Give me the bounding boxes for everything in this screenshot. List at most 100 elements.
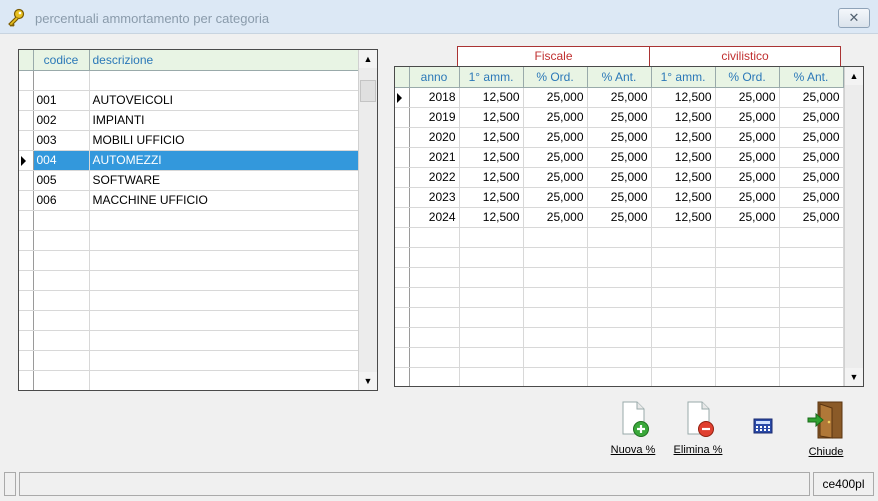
row-indicator[interactable] [19,370,34,390]
cell-fiscale-ant[interactable] [587,267,652,288]
chiude-button[interactable]: Chiude [800,400,852,458]
rate-row[interactable] [395,287,844,308]
cell-fiscale-primo-amm[interactable] [459,367,524,386]
scroll-up-icon[interactable]: ▲ [845,67,863,85]
calculator-button[interactable] [752,418,774,437]
cell-anno[interactable] [409,267,460,288]
cell-civ-primo-amm[interactable] [651,247,716,268]
cell-descrizione[interactable]: MACCHINE UFFICIO [89,190,360,211]
cell-civ-primo-amm[interactable]: 12,500 [651,127,716,148]
cell-descrizione[interactable]: IMPIANTI [89,110,360,131]
row-indicator[interactable] [395,347,410,368]
header-fiscale-primo-amm[interactable]: 1° amm. [459,67,524,88]
cell-civ-ord[interactable]: 25,000 [715,127,780,148]
cell-civ-ant[interactable] [779,307,844,328]
cell-civ-primo-amm[interactable] [651,227,716,248]
rate-row[interactable]: 2024 12,500 25,000 25,000 12,500 25,000 25,000 [395,207,844,228]
cell-civ-primo-amm[interactable]: 12,500 [651,207,716,228]
cell-civ-ant[interactable] [779,327,844,348]
rate-row[interactable]: 2020 12,500 25,000 25,000 12,500 25,000 25,000 [395,127,844,148]
cell-anno[interactable] [409,287,460,308]
cell-codice[interactable]: 003 [33,130,90,151]
row-indicator[interactable] [19,150,34,171]
cell-fiscale-ord[interactable]: 25,000 [523,147,588,168]
cell-fiscale-primo-amm[interactable]: 12,500 [459,127,524,148]
cell-fiscale-ord[interactable]: 25,000 [523,107,588,128]
rate-row[interactable]: 2021 12,500 25,000 25,000 12,500 25,000 25,000 [395,147,844,168]
cell-anno[interactable]: 2019 [409,107,460,128]
rates-scrollbar[interactable]: ▲ ▼ [844,67,863,386]
cell-civ-primo-amm[interactable] [651,307,716,328]
cell-fiscale-ord[interactable]: 25,000 [523,187,588,208]
cell-civ-ant[interactable]: 25,000 [779,87,844,108]
row-indicator[interactable] [395,187,410,208]
header-anno[interactable]: anno [409,67,460,88]
row-indicator[interactable] [19,130,34,151]
cell-civ-ord[interactable]: 25,000 [715,87,780,108]
rate-row[interactable] [395,327,844,348]
header-fiscale-ord[interactable]: % Ord. [523,67,588,88]
cell-descrizione[interactable] [89,290,360,311]
cell-descrizione[interactable]: AUTOVEICOLI [89,90,360,111]
row-indicator[interactable] [19,90,34,111]
category-row[interactable] [19,250,360,271]
cell-codice[interactable] [33,310,90,331]
scroll-down-icon[interactable]: ▼ [359,372,377,390]
scroll-up-icon[interactable]: ▲ [359,50,377,68]
row-indicator[interactable] [19,270,34,291]
cell-descrizione[interactable] [89,250,360,271]
cell-fiscale-ant[interactable] [587,327,652,348]
cell-fiscale-primo-amm[interactable] [459,347,524,368]
cell-codice[interactable]: 002 [33,110,90,131]
cell-fiscale-ant[interactable]: 25,000 [587,147,652,168]
category-row[interactable]: 004 AUTOMEZZI [19,150,360,171]
cell-codice[interactable] [33,230,90,251]
cell-anno[interactable] [409,347,460,368]
cell-fiscale-primo-amm[interactable]: 12,500 [459,187,524,208]
cell-fiscale-primo-amm[interactable]: 12,500 [459,87,524,108]
cell-civ-ord[interactable] [715,307,780,328]
cell-civ-ord[interactable] [715,227,780,248]
category-row[interactable] [19,230,360,251]
category-row[interactable] [19,330,360,351]
rate-row[interactable]: 2019 12,500 25,000 25,000 12,500 25,000 25,000 [395,107,844,128]
row-indicator[interactable] [395,367,410,386]
categories-grid[interactable]: codice descrizione 001 AUTOVEICOLI 002 IMPI… [18,49,378,391]
cell-civ-ord[interactable]: 25,000 [715,187,780,208]
row-indicator[interactable] [395,167,410,188]
cell-anno[interactable]: 2021 [409,147,460,168]
cell-civ-ord[interactable]: 25,000 [715,207,780,228]
cell-fiscale-primo-amm[interactable] [459,327,524,348]
cell-civ-ant[interactable] [779,267,844,288]
scroll-thumb[interactable] [360,80,376,102]
cell-fiscale-ord[interactable]: 25,000 [523,127,588,148]
header-civ-ord[interactable]: % Ord. [715,67,780,88]
category-row[interactable] [19,290,360,311]
row-indicator[interactable] [395,127,410,148]
rate-row[interactable]: 2023 12,500 25,000 25,000 12,500 25,000 25,000 [395,187,844,208]
cell-civ-ant[interactable] [779,287,844,308]
cell-fiscale-ord[interactable] [523,327,588,348]
cell-codice[interactable] [33,270,90,291]
header-codice[interactable]: codice [33,50,90,71]
row-indicator[interactable] [395,247,410,268]
row-indicator[interactable] [19,290,34,311]
cell-fiscale-ant[interactable] [587,347,652,368]
row-indicator[interactable] [19,310,34,331]
cell-civ-ant[interactable] [779,227,844,248]
row-indicator[interactable] [395,147,410,168]
cell-civ-ord[interactable] [715,267,780,288]
row-indicator[interactable] [19,110,34,131]
category-row[interactable]: 003 MOBILI UFFICIO [19,130,360,151]
cell-civ-ant[interactable] [779,347,844,368]
cell-fiscale-ant[interactable]: 25,000 [587,207,652,228]
cell-fiscale-ord[interactable]: 25,000 [523,207,588,228]
category-row[interactable] [19,310,360,331]
row-indicator[interactable] [19,250,34,271]
cell-civ-primo-amm[interactable]: 12,500 [651,187,716,208]
rate-row[interactable] [395,247,844,268]
row-indicator[interactable] [19,230,34,251]
cell-descrizione[interactable] [89,310,360,331]
cell-civ-ord[interactable]: 25,000 [715,167,780,188]
cell-anno[interactable]: 2024 [409,207,460,228]
